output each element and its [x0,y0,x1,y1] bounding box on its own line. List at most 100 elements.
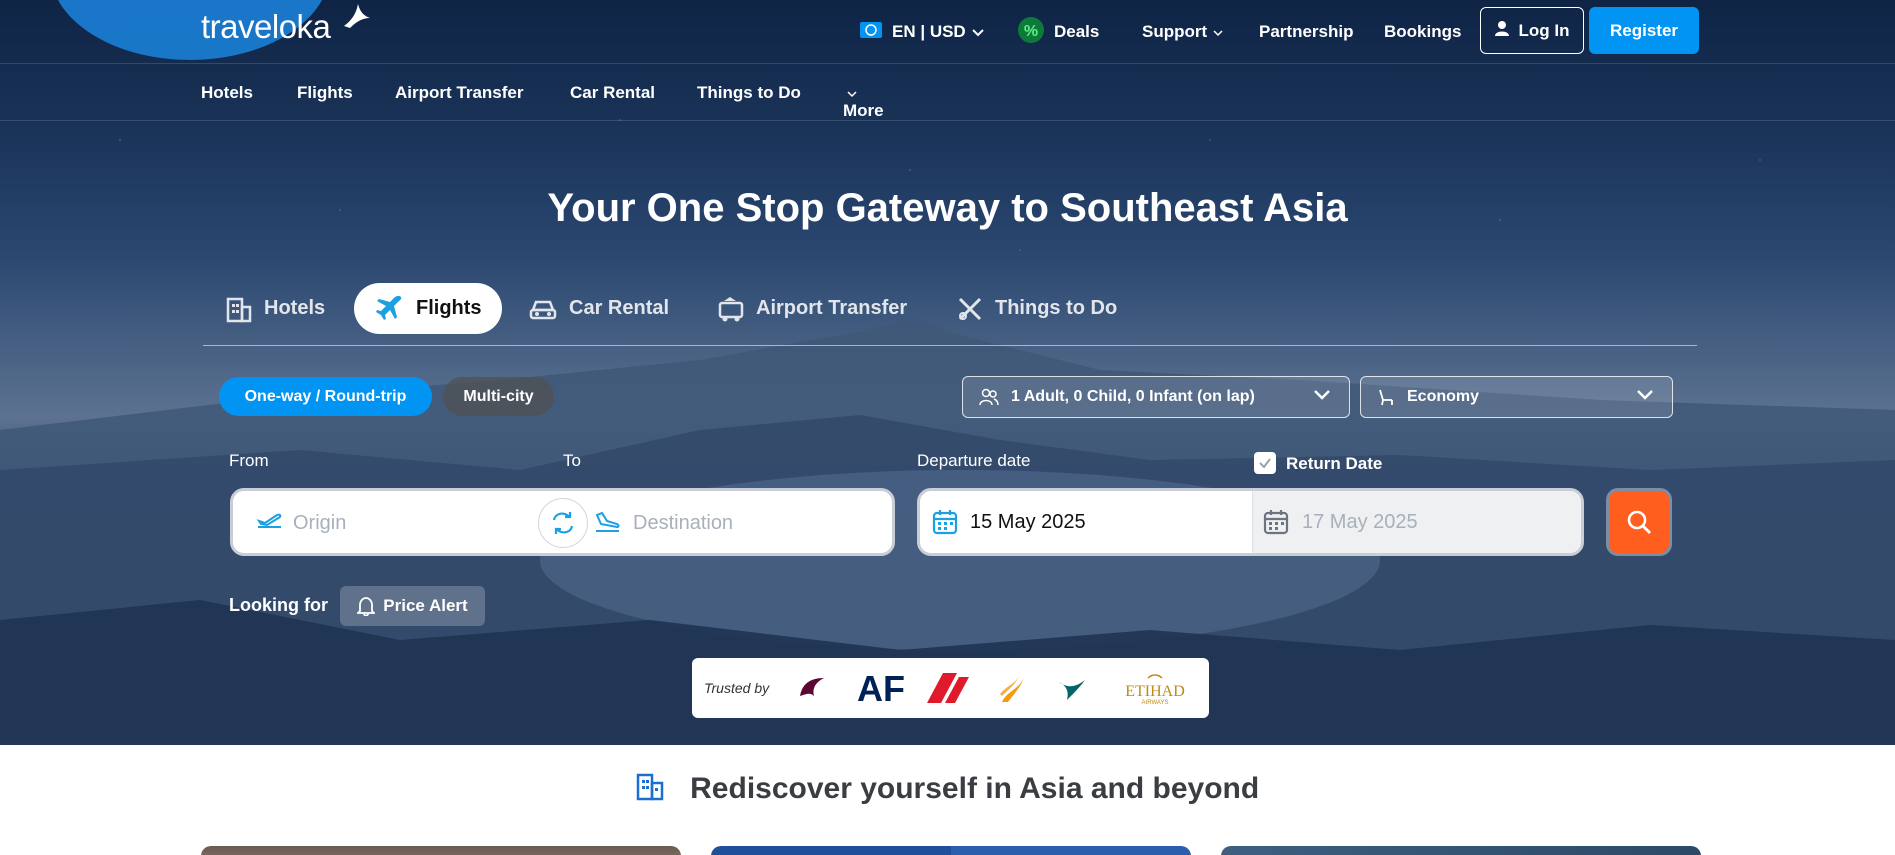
partnership-link[interactable]: Partnership [1259,12,1353,52]
check-icon [1259,458,1271,469]
hotel-icon [636,773,664,801]
bell-icon [357,597,376,616]
looking-for-label: Looking for [229,595,328,615]
hero-title: Your One Stop Gateway to Southeast Asia [547,186,1348,230]
support-menu[interactable]: Support [1142,12,1223,52]
swap-button[interactable] [538,498,588,548]
from-label: From [229,451,269,470]
tab-flights[interactable]: Flights [354,283,502,334]
user-icon [1494,20,1509,41]
calendar-icon [1263,510,1289,535]
return-date-label: Return Date [1286,454,1383,473]
subnav-flights[interactable]: Flights [297,83,353,103]
cathay-pacific-logo [1059,680,1085,700]
deals-label: Deals [1054,22,1100,41]
trusted-by-label: Trusted by [704,680,770,696]
destination-input[interactable]: Destination [633,512,733,535]
subnav-more[interactable]: More [843,83,884,120]
bookings-link[interactable]: Bookings [1384,12,1461,52]
bird-icon [344,4,370,28]
passenger-label: 1 Adult, 0 Child, 0 Infant (on lap) [1011,388,1255,405]
section-title: Rediscover yourself in Asia and beyond [690,772,1260,805]
search-icon [1627,510,1651,534]
svg-text:AIRWAYS: AIRWAYS [1142,700,1169,706]
trusted-by-banner: Trusted by AF ETIHAD AIRWAYS [692,658,1209,718]
hero-section: traveloka EN | USD % Deals Support Partn… [0,0,1895,745]
to-label: To [563,451,581,470]
hotel-icon [226,297,252,322]
departure-label: Departure date [917,451,1031,470]
return-date-field[interactable]: 17 May 2025 [1252,491,1581,553]
top-bar: traveloka EN | USD % Deals Support Partn… [0,0,1895,64]
price-alert-label: Price Alert [383,596,468,615]
takeoff-icon [256,513,282,528]
return-date-checkbox[interactable] [1254,452,1276,474]
swap-icon [552,512,574,534]
tab-things-to-do-label: Things to Do [995,297,1118,319]
passenger-selector[interactable]: 1 Adult, 0 Child, 0 Infant (on lap) [962,376,1350,418]
passengers-icon [979,388,999,406]
support-label: Support [1142,22,1208,41]
activities-icon [958,297,982,320]
cabin-class-selector[interactable]: Economy [1360,376,1673,418]
traveloka-logo[interactable]: traveloka [201,4,370,46]
svg-text:ETIHAD: ETIHAD [1125,683,1185,700]
route-input-group: Origin Destination [230,488,895,556]
tabs-divider [203,345,1697,346]
section-heading: Rediscover yourself in Asia and beyond [0,772,1895,806]
discount-icon: % [1018,16,1044,48]
destination-card[interactable] [1221,846,1701,855]
tab-airport-transfer-label: Airport Transfer [756,297,908,319]
svg-text:AF: AF [857,671,905,705]
tab-hotels-label: Hotels [264,297,326,319]
chevron-down-icon [1314,390,1330,400]
flag-icon [860,21,882,43]
tab-things-to-do[interactable]: Things to Do [957,283,1117,334]
tab-airport-transfer[interactable]: Airport Transfer [716,283,907,334]
deals-link[interactable]: % Deals [1018,12,1099,52]
chevron-down-icon [1213,22,1223,42]
qatar-airways-logo [800,678,824,696]
tab-flights-label: Flights [416,297,482,319]
search-button[interactable] [1606,488,1672,556]
subnav-car-rental[interactable]: Car Rental [570,83,655,103]
etihad-airways-logo: ETIHADAIRWAYS [1125,674,1185,706]
subnav-things-to-do[interactable]: Things to Do [697,83,801,103]
register-button[interactable]: Register [1589,7,1699,54]
multi-city-toggle[interactable]: Multi-city [443,377,554,416]
partnership-label: Partnership [1259,22,1354,41]
calendar-icon [932,510,958,535]
chevron-down-icon [1637,390,1653,400]
chevron-down-icon [847,91,857,98]
price-alert-button[interactable]: Price Alert [340,586,485,626]
chevron-down-icon [972,22,984,42]
singapore-airlines-logo [1000,674,1024,702]
origin-input[interactable]: Origin [293,512,346,535]
login-button[interactable]: Log In [1480,7,1584,54]
language-currency-selector[interactable]: EN | USD [860,12,984,52]
airplane-icon [376,295,402,320]
shuttle-icon [718,296,744,321]
departure-date-value: 15 May 2025 [970,511,1086,533]
tab-car-rental[interactable]: Car Rental [529,283,669,334]
tab-car-rental-label: Car Rental [569,297,670,319]
air-france-logo: AF [857,671,969,705]
destination-card[interactable] [201,846,681,855]
tab-hotels[interactable]: Hotels [226,283,325,334]
landing-icon [595,511,620,532]
login-label: Log In [1518,20,1570,40]
destination-card[interactable] [711,846,1191,855]
subnav-hotels[interactable]: Hotels [201,83,253,103]
cabin-class-label: Economy [1407,388,1480,405]
seat-icon [1379,389,1393,406]
language-label: EN | USD [892,22,966,41]
date-input-group: 15 May 2025 17 May 2025 [917,488,1584,556]
return-date-value: 17 May 2025 [1302,511,1418,533]
more-label: More [843,101,884,120]
product-subnav: Hotels Flights Airport Transfer Car Rent… [0,65,1895,121]
subnav-airport-transfer[interactable]: Airport Transfer [395,83,523,103]
oneway-roundtrip-toggle[interactable]: One-way / Round-trip [219,377,432,416]
bookings-label: Bookings [1384,22,1462,41]
departure-date-field[interactable]: 15 May 2025 [920,491,1252,553]
car-icon [529,300,557,319]
